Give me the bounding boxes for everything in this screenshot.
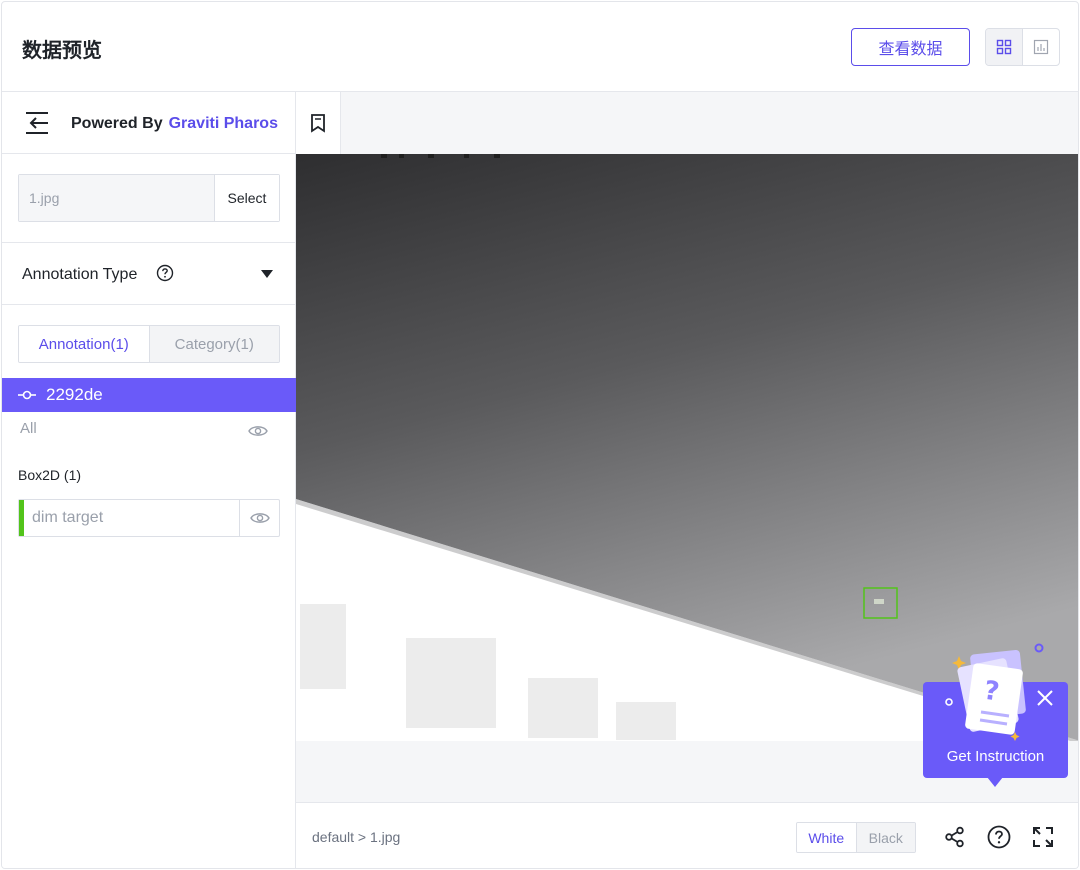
view-data-button[interactable]: 查看数据 xyxy=(851,28,970,66)
all-label: All xyxy=(20,420,37,437)
fullscreen-icon xyxy=(1033,827,1053,847)
chart-view-icon xyxy=(1033,39,1049,55)
brand-link[interactable]: Graviti Pharos xyxy=(169,115,278,132)
help-button[interactable] xyxy=(985,823,1013,851)
viewer-footer: default > 1.jpg White Black xyxy=(296,802,1078,868)
group-label: Box2D (1) xyxy=(18,467,82,483)
tab-annotation[interactable]: Annotation(1) xyxy=(19,326,149,362)
page-title: 数据预览 xyxy=(22,38,102,62)
annotation-type-label: Annotation Type xyxy=(22,266,138,283)
bookmark-tab[interactable] xyxy=(296,92,341,154)
all-row: All xyxy=(2,418,296,446)
fullscreen-button[interactable] xyxy=(1029,823,1057,851)
annotation-item-label: 2292de xyxy=(46,385,103,404)
app-window: 数据预览 查看数据 Powered By Graviti Pharos 1.jp… xyxy=(1,1,1079,869)
bookmark-icon xyxy=(311,114,325,133)
grid-view-button[interactable] xyxy=(986,29,1023,65)
grid-view-icon xyxy=(996,39,1012,55)
popup-arrow xyxy=(987,777,1003,787)
header: 数据预览 查看数据 xyxy=(2,2,1078,92)
background-toggle: White Black xyxy=(796,822,916,853)
file-selector: Select xyxy=(18,174,280,222)
eye-icon xyxy=(249,513,270,523)
eye-icon[interactable] xyxy=(248,424,268,438)
powered-by: Powered By Graviti Pharos xyxy=(71,115,278,133)
help-icon xyxy=(987,825,1011,849)
label-name: dim target xyxy=(32,509,104,526)
annotation-type-dropdown[interactable]: Annotation Type xyxy=(2,242,296,305)
commit-icon xyxy=(18,390,36,400)
select-file-button[interactable]: Select xyxy=(214,175,279,221)
collapse-sidebar-icon[interactable] xyxy=(24,110,50,136)
black-background-option[interactable]: Black xyxy=(855,823,915,852)
get-instruction-label: Get Instruction xyxy=(946,748,1045,765)
label-row[interactable]: dim target xyxy=(18,499,280,537)
view-mode-toggle xyxy=(985,28,1060,66)
caret-down-icon xyxy=(261,270,273,278)
sidebar-header: Powered By Graviti Pharos xyxy=(2,92,296,154)
share-button[interactable] xyxy=(941,823,969,851)
breadcrumb: default > 1.jpg xyxy=(312,829,401,845)
sidebar: Powered By Graviti Pharos Select Annotati… xyxy=(2,92,296,868)
chart-view-button[interactable] xyxy=(1023,29,1059,65)
powered-by-label: Powered By xyxy=(71,115,163,132)
file-input[interactable] xyxy=(19,175,214,221)
share-icon xyxy=(945,826,964,848)
help-icon[interactable] xyxy=(156,264,174,282)
annotation-tabs: Annotation(1) Category(1) xyxy=(18,325,280,363)
white-background-option[interactable]: White xyxy=(797,823,856,852)
tab-category[interactable]: Category(1) xyxy=(148,326,279,362)
close-icon[interactable] xyxy=(1034,687,1056,709)
annotation-item[interactable]: 2292de xyxy=(2,378,296,412)
label-visibility-button[interactable] xyxy=(239,500,279,536)
